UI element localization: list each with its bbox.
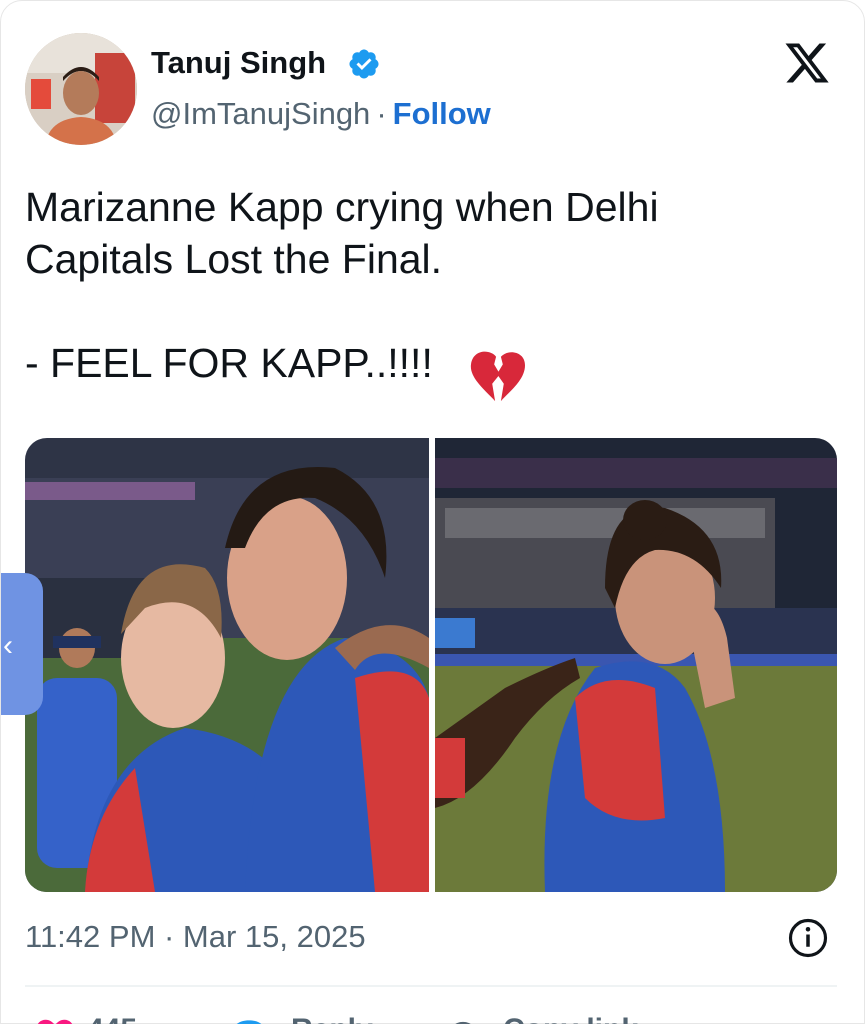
avatar[interactable]	[25, 33, 137, 145]
author-name[interactable]: Tanuj Singh	[151, 45, 326, 81]
photo-left-image	[25, 438, 429, 892]
side-panel-tab[interactable]: ‹	[1, 573, 43, 715]
handle-separator: ·	[376, 96, 387, 131]
link-icon[interactable]	[443, 1017, 483, 1024]
photo-right-image	[435, 438, 837, 892]
heart-icon[interactable]	[35, 1019, 75, 1024]
tweet-text: Marizanne Kapp crying when Delhi Capital…	[25, 184, 659, 386]
author-handle[interactable]: @ImTanujSingh	[151, 96, 370, 131]
handle-row: @ImTanujSingh · Follow	[151, 96, 491, 132]
reply-label[interactable]: Reply	[291, 1013, 373, 1024]
follow-button[interactable]: Follow	[393, 96, 491, 131]
reply-icon[interactable]	[229, 1017, 269, 1024]
broken-heart-icon	[470, 351, 525, 402]
avatar-image	[25, 33, 137, 145]
action-bar: 445 Reply Copy link	[25, 1013, 837, 1024]
media-photo-right[interactable]	[435, 438, 837, 892]
divider	[25, 985, 837, 987]
verified-badge-icon	[349, 49, 379, 79]
chevron-left-icon: ‹	[3, 629, 13, 662]
x-logo-icon[interactable]	[781, 39, 833, 87]
tweet-timestamp[interactable]: 11:42 PM · Mar 15, 2025	[25, 919, 366, 955]
like-count[interactable]: 445	[87, 1013, 137, 1024]
tweet-card: Tanuj Singh @ImTanujSingh · Follow Marizan…	[0, 0, 865, 1024]
copy-link-label[interactable]: Copy link	[503, 1013, 638, 1024]
media-photo-left[interactable]	[25, 438, 429, 892]
tweet-media[interactable]	[25, 438, 837, 892]
info-icon[interactable]	[787, 917, 829, 959]
